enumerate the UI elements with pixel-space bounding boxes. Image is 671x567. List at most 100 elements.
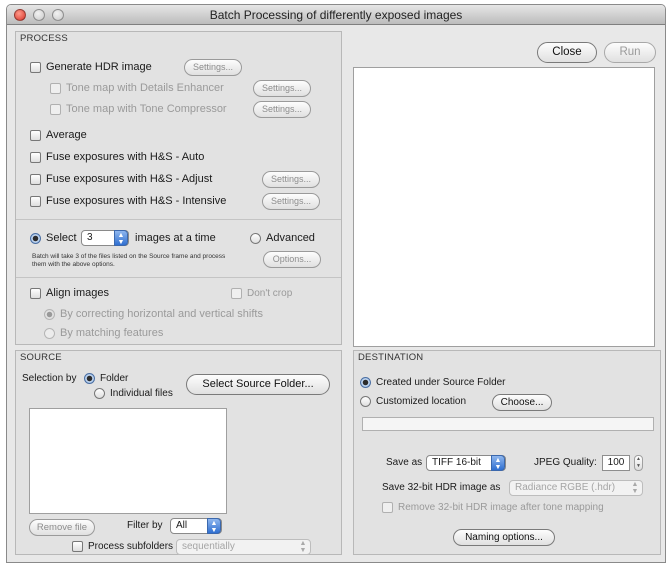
save32-value: Radiance RGBE (.hdr) bbox=[515, 482, 616, 493]
popup-arrows-icon: ▲ ▼ bbox=[631, 481, 639, 495]
close-button[interactable]: Close bbox=[537, 42, 597, 63]
tone-compressor-settings-button[interactable]: Settings... bbox=[253, 101, 311, 118]
save-as-label: Save as bbox=[386, 457, 423, 468]
customized-radio[interactable] bbox=[360, 396, 371, 407]
filter-by-row: Filter by bbox=[127, 520, 163, 531]
fuse-adjust-settings-button[interactable]: Settings... bbox=[262, 171, 320, 188]
created-under-label: Created under Source Folder bbox=[376, 377, 506, 388]
folder-label: Folder bbox=[100, 373, 129, 384]
jpeg-quality-row: JPEG Quality: bbox=[534, 457, 597, 468]
naming-options-button[interactable]: Naming options... bbox=[453, 529, 555, 546]
fuse-intensive-checkbox[interactable] bbox=[30, 195, 41, 207]
align-label: Align images bbox=[46, 287, 109, 299]
remove32-checkbox[interactable] bbox=[382, 502, 393, 513]
image-count-value: 3 bbox=[87, 232, 93, 243]
generate-hdr-label: Generate HDR image bbox=[46, 61, 152, 73]
fuse-adjust-label: Fuse exposures with H&S - Adjust bbox=[46, 173, 213, 185]
choose-button[interactable]: Choose... bbox=[492, 394, 552, 411]
window-title: Batch Processing of differently exposed … bbox=[209, 8, 463, 22]
generate-hdr-checkbox[interactable] bbox=[30, 61, 41, 73]
save-as-popup[interactable]: TIFF 16-bit ▲ ▼ bbox=[426, 455, 506, 471]
save32-label: Save 32-bit HDR image as bbox=[382, 482, 501, 493]
run-button[interactable]: Run bbox=[604, 42, 656, 63]
source-file-list[interactable] bbox=[29, 408, 227, 514]
process-subfolders-row: Process subfolders bbox=[72, 541, 173, 552]
select-row: Select bbox=[30, 232, 77, 244]
select-suffix-row: images at a time bbox=[135, 232, 216, 244]
process-subfolders-label: Process subfolders bbox=[88, 541, 174, 552]
image-count-popup[interactable]: 3 ▲ ▼ bbox=[81, 230, 129, 246]
process-subfolders-checkbox[interactable] bbox=[72, 541, 83, 552]
average-row: Average bbox=[30, 129, 87, 141]
individual-files-radio[interactable] bbox=[94, 388, 105, 399]
individual-files-label: Individual files bbox=[110, 388, 173, 399]
average-checkbox[interactable] bbox=[30, 129, 41, 141]
select-source-folder-button[interactable]: Select Source Folder... bbox=[186, 374, 330, 395]
popup-arrows-icon: ▲ ▼ bbox=[207, 518, 221, 534]
destination-path-field[interactable] bbox=[362, 417, 654, 431]
generate-hdr-settings-button[interactable]: Settings... bbox=[184, 59, 242, 76]
fuse-auto-row: Fuse exposures with H&S - Auto bbox=[30, 151, 204, 163]
select-label: Select bbox=[46, 232, 77, 244]
dont-crop-checkbox[interactable] bbox=[231, 288, 242, 299]
selection-by-label: Selection by bbox=[22, 373, 77, 384]
filter-popup[interactable]: All ▲ ▼ bbox=[170, 518, 222, 534]
destination-section-title: DESTINATION bbox=[358, 352, 424, 363]
select-radio[interactable] bbox=[30, 232, 41, 244]
save32-row: Save 32-bit HDR image as bbox=[382, 482, 500, 493]
tone-details-checkbox[interactable] bbox=[50, 82, 61, 94]
save-as-value: TIFF 16-bit bbox=[432, 457, 481, 468]
process-section-title: PROCESS bbox=[20, 33, 68, 44]
jpeg-quality-label: JPEG Quality: bbox=[534, 457, 597, 468]
fuse-intensive-label: Fuse exposures with H&S - Intensive bbox=[46, 195, 227, 207]
by-features-radio[interactable] bbox=[44, 327, 55, 339]
filter-value: All bbox=[176, 520, 188, 531]
fuse-auto-label: Fuse exposures with H&S - Auto bbox=[46, 151, 205, 163]
by-features-row: By matching features bbox=[44, 327, 163, 339]
fuse-intensive-settings-button[interactable]: Settings... bbox=[262, 193, 320, 210]
source-section-title: SOURCE bbox=[20, 352, 62, 363]
process-panel: PROCESS Generate HDR image Settings... T… bbox=[15, 31, 342, 345]
popup-arrows-icon: ▲ ▼ bbox=[299, 540, 307, 554]
advanced-radio[interactable] bbox=[250, 232, 261, 244]
source-panel: SOURCE Selection by Folder Individual fi… bbox=[15, 350, 342, 555]
fuse-intensive-row: Fuse exposures with H&S - Intensive bbox=[30, 195, 226, 207]
folder-row: Folder bbox=[84, 373, 128, 384]
save32-popup[interactable]: Radiance RGBE (.hdr) ▲ ▼ bbox=[509, 480, 643, 496]
fuse-adjust-checkbox[interactable] bbox=[30, 173, 41, 185]
align-checkbox[interactable] bbox=[30, 287, 41, 299]
jpeg-quality-field[interactable]: 100 bbox=[602, 455, 630, 471]
tone-compressor-checkbox[interactable] bbox=[50, 103, 61, 115]
select-help-text: Batch will take 3 of the files listed on… bbox=[32, 253, 226, 268]
individual-files-row: Individual files bbox=[94, 388, 173, 399]
folder-radio[interactable] bbox=[84, 373, 95, 384]
remove-file-button[interactable]: Remove file bbox=[29, 519, 95, 536]
stepper-icon[interactable]: ▲ ▼ bbox=[634, 455, 643, 471]
selection-by-row: Selection by bbox=[22, 373, 76, 384]
tone-details-row: Tone map with Details Enhancer bbox=[50, 82, 224, 94]
created-under-radio[interactable] bbox=[360, 377, 371, 388]
subfolder-mode-value: sequentially bbox=[182, 541, 235, 552]
tone-details-settings-button[interactable]: Settings... bbox=[253, 80, 311, 97]
subfolder-mode-popup[interactable]: sequentially ▲ ▼ bbox=[176, 539, 311, 555]
fuse-auto-checkbox[interactable] bbox=[30, 151, 41, 163]
average-label: Average bbox=[46, 129, 87, 141]
remove32-row: Remove 32-bit HDR image after tone mappi… bbox=[382, 502, 604, 513]
batch-window: Batch Processing of differently exposed … bbox=[6, 4, 666, 563]
title-bar: Batch Processing of differently exposed … bbox=[7, 5, 665, 25]
tone-details-label: Tone map with Details Enhancer bbox=[66, 82, 224, 94]
dont-crop-label: Don't crop bbox=[247, 288, 293, 299]
by-features-label: By matching features bbox=[60, 327, 164, 339]
by-shifts-radio[interactable] bbox=[44, 308, 55, 320]
advanced-options-button[interactable]: Options... bbox=[263, 251, 321, 268]
customized-row: Customized location bbox=[360, 396, 466, 407]
generate-hdr-row: Generate HDR image bbox=[30, 61, 152, 73]
process-divider-2 bbox=[16, 277, 341, 278]
batch-list[interactable] bbox=[353, 67, 655, 347]
by-shifts-label: By correcting horizontal and vertical sh… bbox=[60, 308, 263, 320]
customized-label: Customized location bbox=[376, 396, 467, 407]
process-divider-1 bbox=[16, 219, 341, 220]
popup-arrows-icon: ▲ ▼ bbox=[114, 230, 128, 246]
tone-compressor-label: Tone map with Tone Compressor bbox=[66, 103, 227, 115]
save-as-row: Save as bbox=[386, 457, 422, 468]
